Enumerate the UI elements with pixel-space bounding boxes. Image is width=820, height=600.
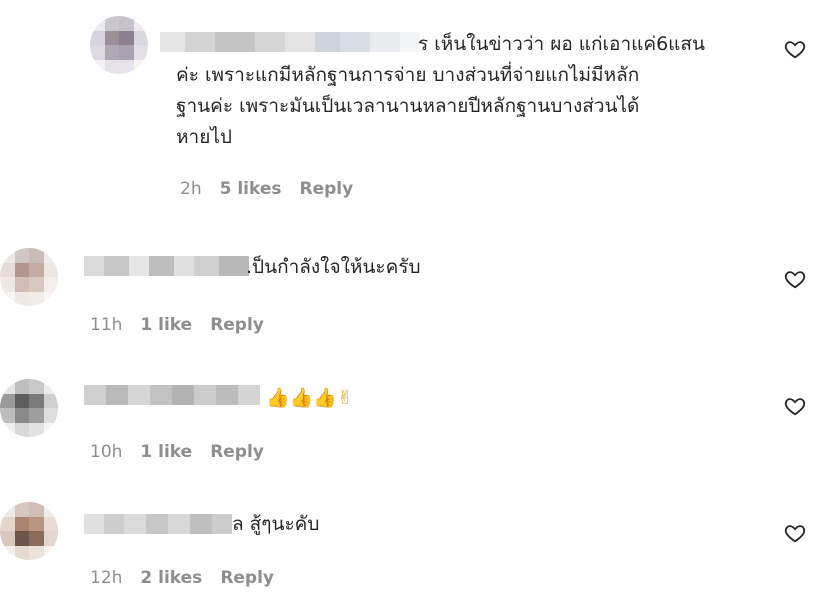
comment-timestamp[interactable]: 11h xyxy=(90,315,122,335)
comment-1: ร เห็นในข่าวว่า ผอ แก่เอาแค่6แสน ค่ะ เพร… xyxy=(0,0,820,215)
comment-timestamp[interactable]: 10h xyxy=(90,442,122,462)
heart-outline-icon[interactable] xyxy=(784,38,806,60)
heart-outline-icon[interactable] xyxy=(784,268,806,290)
comment-text-body: ค่ะ เพราะแกมีหลักฐานการจ่าย บางส่วนที่จ่… xyxy=(176,64,640,148)
comment-emoji: 👍👍👍✌ xyxy=(266,387,353,409)
commenter-avatar[interactable] xyxy=(90,16,148,74)
commenter-avatar[interactable] xyxy=(0,248,58,306)
comment-4: ล สู้ๆนะคับ 12h 2 likes Reply xyxy=(0,490,820,600)
comment-meta: 2h 5 likes Reply xyxy=(180,179,353,199)
commenter-avatar[interactable] xyxy=(0,502,58,560)
comment-text: 👍👍👍✌ xyxy=(266,383,353,414)
comment-3: 👍👍👍✌ 10h 1 like Reply xyxy=(0,365,820,480)
reply-button[interactable]: Reply xyxy=(210,442,264,462)
comment-text: .ป็นกำลังใจให้นะครับ xyxy=(246,256,421,278)
comment-2: .ป็นกำลังใจให้นะครับ 11h 1 like Reply xyxy=(0,240,820,350)
commenter-username-blurred[interactable] xyxy=(84,385,260,405)
comment-timestamp[interactable]: 12h xyxy=(90,568,122,588)
comment-meta: 10h 1 like Reply xyxy=(90,442,264,462)
comment-likes-count[interactable]: 2 likes xyxy=(140,568,202,588)
comment-timestamp[interactable]: 2h xyxy=(180,179,202,199)
commenter-username-blurred[interactable] xyxy=(84,514,232,534)
comment-text: ร เห็นในข่าวว่า ผอ แก่เอาแค่6แสน xyxy=(418,33,706,55)
commenter-username-blurred[interactable] xyxy=(84,256,249,276)
heart-outline-icon[interactable] xyxy=(784,522,806,544)
comment-text: ล สู้ๆนะคับ xyxy=(232,513,320,535)
commenter-avatar[interactable] xyxy=(0,379,58,437)
comment-likes-count[interactable]: 1 like xyxy=(140,315,192,335)
reply-button[interactable]: Reply xyxy=(210,315,264,335)
comment-meta: 11h 1 like Reply xyxy=(90,315,264,335)
reply-button[interactable]: Reply xyxy=(300,179,354,199)
comment-meta: 12h 2 likes Reply xyxy=(90,568,274,588)
commenter-username-blurred[interactable] xyxy=(160,32,430,52)
heart-outline-icon[interactable] xyxy=(784,395,806,417)
comment-likes-count[interactable]: 1 like xyxy=(140,442,192,462)
reply-button[interactable]: Reply xyxy=(220,568,274,588)
comment-likes-count[interactable]: 5 likes xyxy=(220,179,282,199)
